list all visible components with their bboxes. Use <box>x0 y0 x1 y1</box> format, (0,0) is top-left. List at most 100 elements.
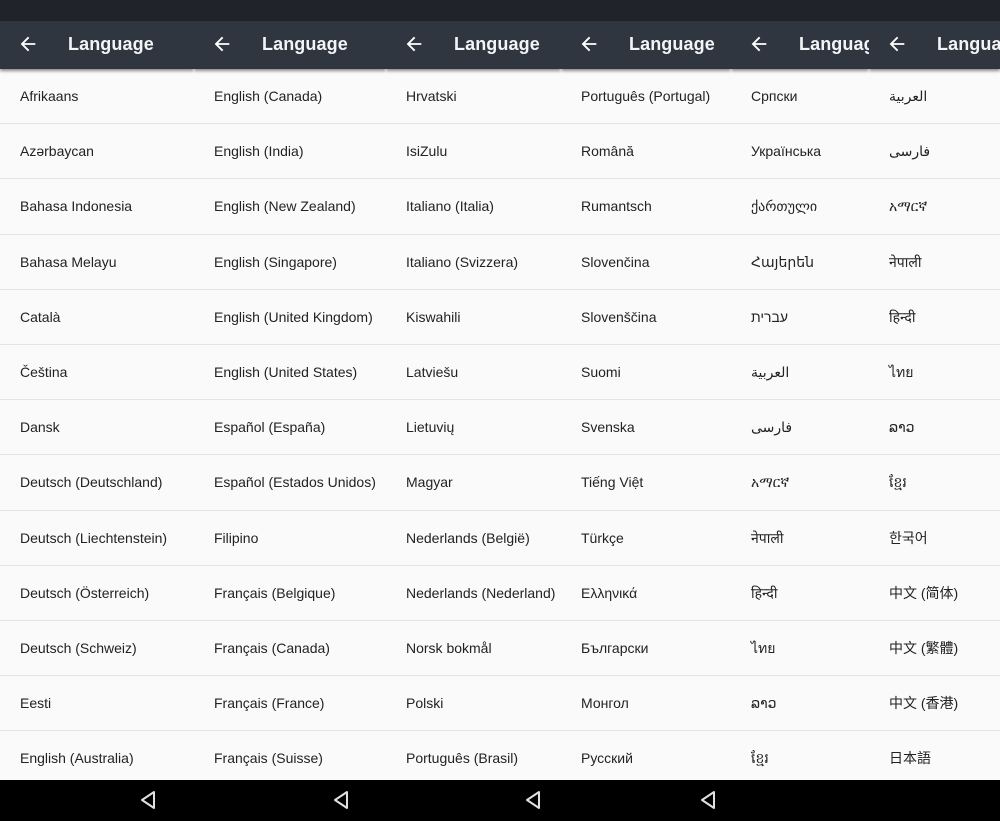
language-option[interactable]: العربية <box>731 345 869 401</box>
language-option[interactable]: Français (Belgique) <box>194 566 386 621</box>
language-option[interactable]: 中文 (香港) <box>869 676 1000 732</box>
language-option[interactable]: Dansk <box>0 400 194 456</box>
language-option[interactable]: Русский <box>561 731 731 786</box>
nav-back-triangle-icon[interactable] <box>699 790 717 810</box>
language-option[interactable]: Deutsch (Österreich) <box>0 566 194 621</box>
language-list: Português (Portugal) Română Rumantsch Slove… <box>561 69 731 786</box>
language-option[interactable]: नेपाली <box>869 235 1000 290</box>
arrow-back-icon[interactable] <box>403 33 425 55</box>
language-option[interactable]: Italiano (Svizzera) <box>386 235 561 290</box>
language-option[interactable]: Türkçe <box>561 511 731 566</box>
app-bar: Language <box>731 21 869 69</box>
language-option[interactable]: ไทย <box>731 621 869 677</box>
app-bar: Language <box>386 21 561 69</box>
language-option[interactable]: ລາວ <box>731 676 869 732</box>
language-option[interactable]: Lietuvių <box>386 400 561 456</box>
language-option[interactable]: Português (Brasil) <box>386 731 561 786</box>
arrow-back-icon[interactable] <box>578 33 600 55</box>
language-option[interactable]: Español (Estados Unidos) <box>194 455 386 511</box>
language-option[interactable]: Suomi <box>561 345 731 401</box>
language-option[interactable]: עברית <box>731 290 869 345</box>
language-option[interactable]: Deutsch (Deutschland) <box>0 455 194 511</box>
language-option[interactable]: Bahasa Indonesia <box>0 179 194 235</box>
language-option[interactable]: IsiZulu <box>386 124 561 180</box>
language-option[interactable]: Español (España) <box>194 400 386 456</box>
language-option[interactable]: नेपाली <box>731 511 869 566</box>
page-title: Language <box>937 34 1000 54</box>
language-option[interactable]: Čeština <box>0 345 194 401</box>
language-option[interactable]: English (Singapore) <box>194 235 386 290</box>
language-option[interactable]: English (New Zealand) <box>194 179 386 235</box>
status-bar <box>731 0 869 21</box>
language-option[interactable]: 中文 (繁體) <box>869 621 1000 677</box>
language-option[interactable]: ខ្មែរ <box>869 455 1000 511</box>
language-option[interactable]: Français (Suisse) <box>194 731 386 786</box>
language-option[interactable]: Latviešu <box>386 345 561 401</box>
language-option[interactable]: Hrvatski <box>386 69 561 125</box>
language-option[interactable]: فارسی <box>731 400 869 456</box>
app-bar: Language <box>561 21 731 69</box>
language-option[interactable]: العربية <box>869 69 1000 125</box>
language-option[interactable]: हिन्दी <box>869 290 1000 345</box>
language-option[interactable]: 中文 (简体) <box>869 566 1000 621</box>
language-option[interactable]: Български <box>561 621 731 677</box>
language-option[interactable]: Norsk bokmål <box>386 621 561 677</box>
language-option[interactable]: ລາວ <box>869 400 1000 456</box>
language-option[interactable]: Nederlands (Nederland) <box>386 566 561 621</box>
language-option[interactable]: 日本語 <box>869 731 1000 786</box>
language-option[interactable]: ខ្មែរ <box>731 731 869 786</box>
page-title: Language <box>799 34 869 54</box>
arrow-back-icon[interactable] <box>748 33 770 55</box>
language-option[interactable]: Azərbaycan <box>0 124 194 180</box>
language-option[interactable]: English (India) <box>194 124 386 180</box>
nav-back-triangle-icon[interactable] <box>139 790 157 810</box>
language-option[interactable]: Tiếng Việt <box>561 455 731 511</box>
status-bar <box>386 0 561 21</box>
language-option[interactable]: ไทย <box>869 345 1000 401</box>
language-option[interactable]: Polski <box>386 676 561 732</box>
language-option[interactable]: Català <box>0 290 194 345</box>
nav-back-triangle-icon[interactable] <box>332 790 350 810</box>
language-panel-6: Language العربيةفارسیአማርኛनेपालीहिन्दीไทยລ… <box>869 0 1000 821</box>
language-option[interactable]: Deutsch (Schweiz) <box>0 621 194 677</box>
language-option[interactable]: Slovenčina <box>561 235 731 290</box>
arrow-back-icon[interactable] <box>211 33 233 55</box>
language-option[interactable]: Eesti <box>0 676 194 732</box>
language-option[interactable]: Português (Portugal) <box>561 69 731 125</box>
language-option[interactable]: Română <box>561 124 731 180</box>
language-option[interactable]: Ελληνικά <box>561 566 731 621</box>
language-option[interactable]: Français (France) <box>194 676 386 732</box>
language-option[interactable]: English (United States) <box>194 345 386 401</box>
language-option[interactable]: Kiswahili <box>386 290 561 345</box>
language-option[interactable]: Nederlands (België) <box>386 511 561 566</box>
status-bar <box>194 0 386 21</box>
language-option[interactable]: አማርኛ <box>731 455 869 511</box>
arrow-back-icon[interactable] <box>17 33 39 55</box>
language-option[interactable]: Bahasa Melayu <box>0 235 194 290</box>
language-option[interactable]: فارسی <box>869 124 1000 180</box>
language-option[interactable]: Українська <box>731 124 869 180</box>
language-option[interactable]: ქართული <box>731 179 869 235</box>
language-option[interactable]: Deutsch (Liechtenstein) <box>0 511 194 566</box>
language-option[interactable]: Filipino <box>194 511 386 566</box>
app-bar: Language <box>0 21 194 69</box>
language-option[interactable]: English (Australia) <box>0 731 194 786</box>
language-option[interactable]: Svenska <box>561 400 731 456</box>
language-option[interactable]: Magyar <box>386 455 561 511</box>
language-option[interactable]: Հայերեն <box>731 235 869 290</box>
language-option[interactable]: Italiano (Italia) <box>386 179 561 235</box>
arrow-back-icon[interactable] <box>886 33 908 55</box>
language-option[interactable]: Afrikaans <box>0 69 194 125</box>
status-bar <box>561 0 731 21</box>
nav-back-triangle-icon[interactable] <box>524 790 542 810</box>
language-option[interactable]: 한국어 <box>869 511 1000 566</box>
language-option[interactable]: English (Canada) <box>194 69 386 125</box>
language-option[interactable]: Српски <box>731 69 869 125</box>
language-option[interactable]: Rumantsch <box>561 179 731 235</box>
language-option[interactable]: English (United Kingdom) <box>194 290 386 345</box>
language-option[interactable]: Монгол <box>561 676 731 732</box>
language-option[interactable]: हिन्दी <box>731 566 869 621</box>
language-option[interactable]: Français (Canada) <box>194 621 386 677</box>
language-option[interactable]: Slovenščina <box>561 290 731 345</box>
language-option[interactable]: አማርኛ <box>869 179 1000 235</box>
